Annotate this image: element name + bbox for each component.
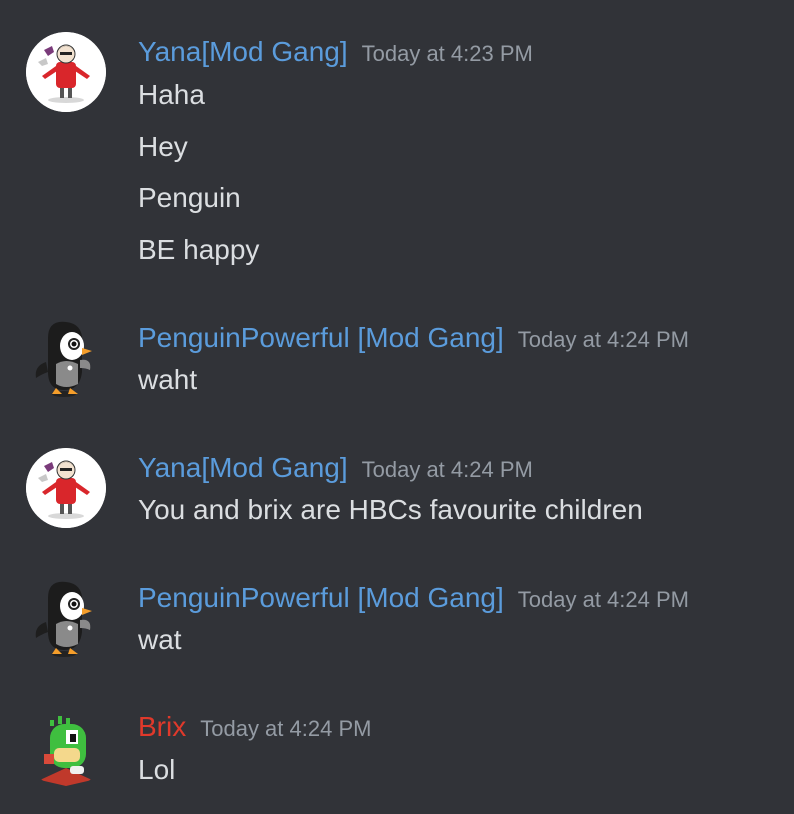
timestamp: Today at 4:24 PM <box>517 587 689 612</box>
message-text: Lol <box>138 754 176 785</box>
avatar[interactable] <box>26 708 106 788</box>
message-text: Hey <box>138 131 188 162</box>
yana-avatar-icon <box>26 32 106 112</box>
username[interactable]: Yana[Mod Gang] <box>138 452 348 483</box>
username[interactable]: PenguinPowerful [Mod Gang] <box>138 582 504 613</box>
message-header: PenguinPowerful [Mod Gang] Today at 4:24 … <box>138 581 689 615</box>
username[interactable]: PenguinPowerful [Mod Gang] <box>138 322 504 353</box>
message-text: Penguin <box>138 182 241 213</box>
yana-avatar-icon <box>26 448 106 528</box>
message-text: BE happy <box>138 234 260 265</box>
message-header: Yana[Mod Gang] Today at 4:24 PM <box>138 451 533 485</box>
message-text: waht <box>138 364 198 395</box>
message-text: Haha <box>138 79 205 110</box>
username[interactable]: Brix <box>138 711 186 742</box>
message-header: Brix Today at 4:24 PM <box>138 710 371 744</box>
timestamp: Today at 4:23 PM <box>361 41 533 66</box>
message-text: You and brix are HBCs favourite children <box>138 494 643 525</box>
timestamp: Today at 4:24 PM <box>361 457 533 482</box>
timestamp: Today at 4:24 PM <box>200 716 372 741</box>
avatar[interactable] <box>26 32 106 112</box>
message-header: Yana[Mod Gang] Today at 4:23 PM <box>138 35 533 69</box>
username[interactable]: Yana[Mod Gang] <box>138 36 348 67</box>
penguin-avatar-icon <box>35 321 92 397</box>
avatar[interactable] <box>26 578 106 658</box>
avatar[interactable] <box>26 448 106 528</box>
dragon-avatar-icon <box>40 716 92 786</box>
timestamp: Today at 4:24 PM <box>517 327 689 352</box>
message-text: wat <box>138 624 182 655</box>
message-header: PenguinPowerful [Mod Gang] Today at 4:24 … <box>138 321 689 355</box>
avatar[interactable] <box>26 318 106 398</box>
penguin-avatar-icon <box>35 581 92 657</box>
